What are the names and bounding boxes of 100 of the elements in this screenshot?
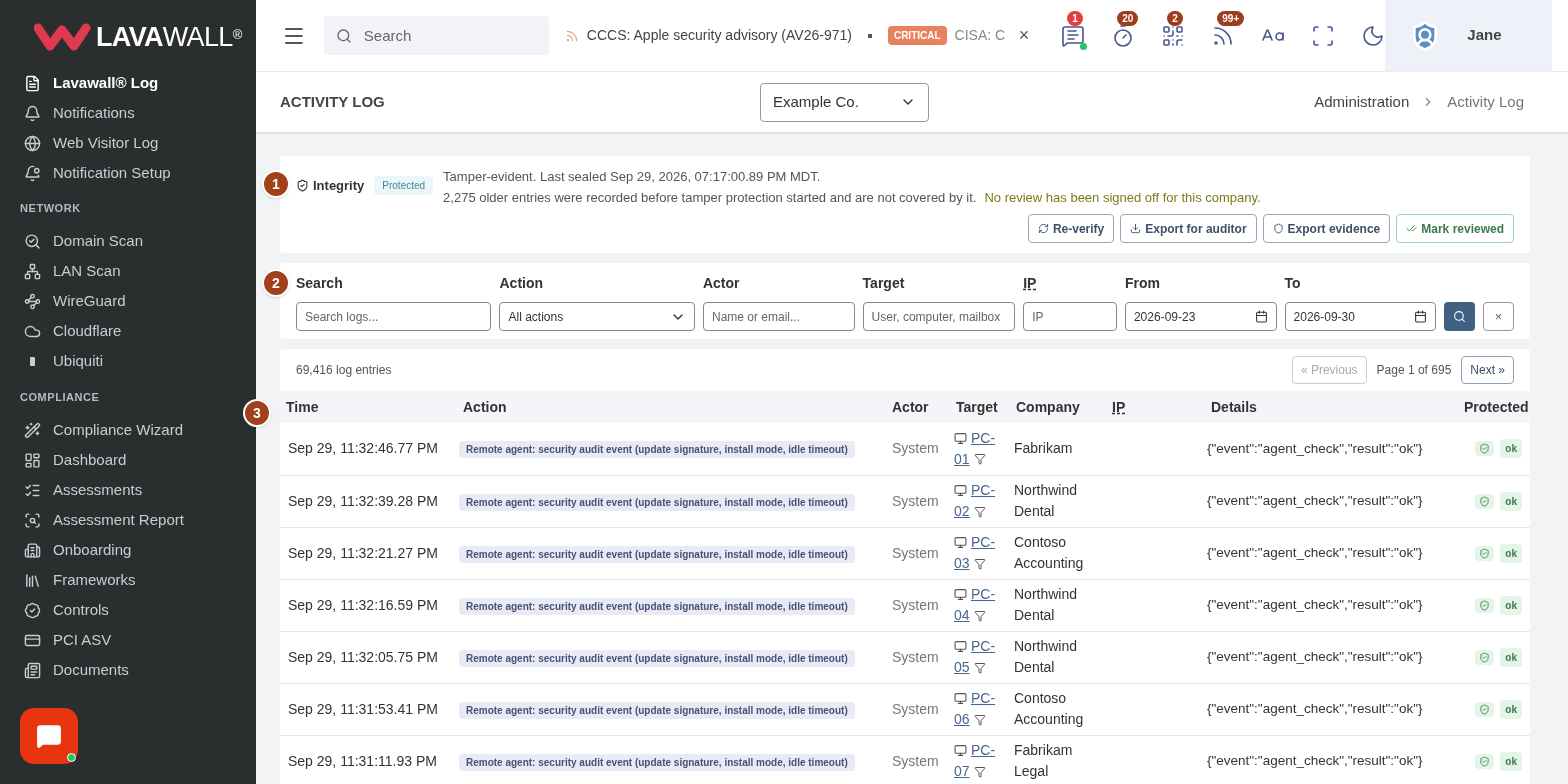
- sidebar-item[interactable]: Dashboard: [0, 445, 256, 475]
- sidebar-item[interactable]: PCI ASV: [0, 625, 256, 655]
- column-header: IP: [1112, 398, 1126, 415]
- sidebar-item[interactable]: Notification Setup: [0, 158, 256, 188]
- ticker-item[interactable]: CCCS: Apple security advisory (AV26-971): [586, 25, 852, 46]
- sidebar-item[interactable]: LAN Scan: [0, 256, 256, 287]
- moon-icon[interactable]: [1361, 23, 1386, 48]
- count-badge: 2: [1167, 10, 1183, 26]
- user-menu[interactable]: Jane: [1385, 0, 1552, 72]
- badge-check-icon: [24, 601, 41, 619]
- shield-check-icon: [1475, 441, 1495, 457]
- company-cell-text: Contoso Accounting: [1014, 689, 1085, 729]
- filter-icon[interactable]: [973, 557, 986, 570]
- filter-label: To: [1284, 274, 1302, 293]
- filter-icon[interactable]: [973, 453, 986, 466]
- action-tag: Remote agent: security audit event (update signature, install mode, idle timeout): [459, 649, 855, 667]
- filter-icon[interactable]: [973, 609, 986, 622]
- wand-icon: [24, 421, 41, 439]
- action-button[interactable]: Mark reviewed: [1396, 214, 1514, 243]
- computer-icon: [954, 588, 967, 601]
- step-marker: 2: [262, 269, 290, 297]
- target-link[interactable]: 03: [954, 553, 970, 574]
- target-link[interactable]: PC-: [971, 480, 996, 501]
- sidebar-item[interactable]: Assessments: [0, 475, 256, 505]
- search-field[interactable]: Search: [323, 16, 549, 55]
- breadcrumb-link[interactable]: Administration: [1314, 90, 1410, 114]
- clear-button[interactable]: ×: [1483, 302, 1514, 331]
- target-link[interactable]: PC-: [971, 688, 996, 709]
- filter-label: Actor: [702, 274, 741, 293]
- filter-label: IP: [1023, 274, 1038, 293]
- date-field[interactable]: 2026-09-23: [1124, 302, 1277, 331]
- filter-input[interactable]: Name or email...: [702, 302, 855, 331]
- sidebar-item[interactable]: Controls: [0, 595, 256, 625]
- filter-label: From: [1124, 274, 1161, 293]
- target-link[interactable]: PC-: [971, 636, 996, 657]
- time-cell: Sep 29, 11:32:39.28 PM: [288, 492, 438, 509]
- sidebar-item[interactable]: Onboarding: [0, 535, 256, 565]
- computer-icon: [954, 484, 967, 497]
- action-button[interactable]: Re-verify: [1027, 214, 1115, 243]
- target-link[interactable]: PC-: [971, 584, 996, 605]
- breadcrumb-current: Activity Log: [1447, 91, 1524, 112]
- target-link[interactable]: 05: [954, 657, 970, 678]
- search-input[interactable]: Search: [363, 16, 524, 55]
- close-button[interactable]: ×: [1018, 22, 1030, 49]
- sidebar-item[interactable]: Domain Scan: [0, 226, 256, 257]
- calendar-icon: [1414, 310, 1428, 323]
- actor-cell: System: [892, 596, 939, 613]
- filter-icon[interactable]: [973, 713, 986, 726]
- protected-badge: ok: [1500, 491, 1522, 511]
- company-select[interactable]: Example Co.: [760, 82, 929, 122]
- date-field[interactable]: 2026-09-30: [1284, 302, 1437, 331]
- action-select[interactable]: All actions: [499, 302, 695, 331]
- sidebar-item[interactable]: Ubiquiti: [0, 346, 256, 377]
- filter-label: Target: [862, 274, 906, 293]
- filter-input[interactable]: IP: [1023, 302, 1117, 331]
- ticker-item[interactable]: CISA: C: [954, 25, 1006, 46]
- action-button[interactable]: Export for auditor: [1120, 214, 1257, 243]
- fullscreen-icon[interactable]: [1311, 23, 1336, 48]
- target-link[interactable]: PC-: [971, 740, 996, 761]
- download-icon: [1130, 223, 1142, 234]
- filter-input[interactable]: Search logs...: [296, 302, 492, 331]
- network-icon: [24, 263, 41, 280]
- filter-icon[interactable]: [973, 661, 986, 674]
- search-icon: [1453, 310, 1467, 323]
- page-title: ACTIVITY LOG: [280, 91, 386, 112]
- message-icon[interactable]: [1061, 23, 1086, 48]
- target-link[interactable]: 04: [954, 605, 970, 626]
- action-tag: Remote agent: security audit event (update signature, install mode, idle timeout): [459, 701, 855, 719]
- target-link[interactable]: 02: [954, 501, 970, 522]
- sidebar-item[interactable]: Frameworks: [0, 565, 256, 595]
- action-button[interactable]: Export evidence: [1262, 214, 1391, 243]
- protected-badge: ok: [1500, 699, 1522, 719]
- target-link[interactable]: 06: [954, 709, 970, 730]
- filter-icon[interactable]: [973, 765, 986, 778]
- details-cell: {"event":"agent_check","result":"ok"}: [1207, 493, 1423, 509]
- time-cell: Sep 29, 11:32:16.59 PM: [288, 596, 438, 613]
- search-button[interactable]: [1444, 302, 1476, 331]
- sidebar-item[interactable]: WireGuard: [0, 286, 256, 317]
- sidebar-item[interactable]: Lavawall® Log: [0, 68, 256, 98]
- sidebar-item[interactable]: Documents: [0, 655, 256, 685]
- sidebar-item[interactable]: Notifications: [0, 98, 256, 128]
- company-cell-text: Northwind Dental: [1014, 637, 1079, 677]
- target-link[interactable]: PC-: [971, 532, 996, 553]
- sidebar-item[interactable]: Web Visitor Log: [0, 128, 256, 158]
- chat-button[interactable]: [20, 708, 78, 764]
- details-cell: {"event":"agent_check","result":"ok"}: [1207, 441, 1423, 457]
- sidebar-item[interactable]: Cloudflare: [0, 316, 256, 347]
- sidebar-item[interactable]: Assessment Report: [0, 505, 256, 535]
- target-link[interactable]: 01: [954, 448, 970, 470]
- refresh-icon: [1037, 223, 1049, 234]
- target-link[interactable]: PC-: [971, 427, 996, 449]
- filter-icon[interactable]: [973, 505, 986, 518]
- qr-code-icon[interactable]: [1161, 23, 1186, 48]
- protected-badge: ok: [1500, 439, 1522, 459]
- target-link[interactable]: 07: [954, 761, 970, 782]
- computer-icon: [954, 744, 967, 757]
- next-button[interactable]: Next »: [1461, 356, 1514, 384]
- actor-cell: System: [892, 648, 939, 665]
- status-badge: Protected: [374, 176, 434, 195]
- filter-input[interactable]: User, computer, mailbox: [862, 302, 1016, 331]
